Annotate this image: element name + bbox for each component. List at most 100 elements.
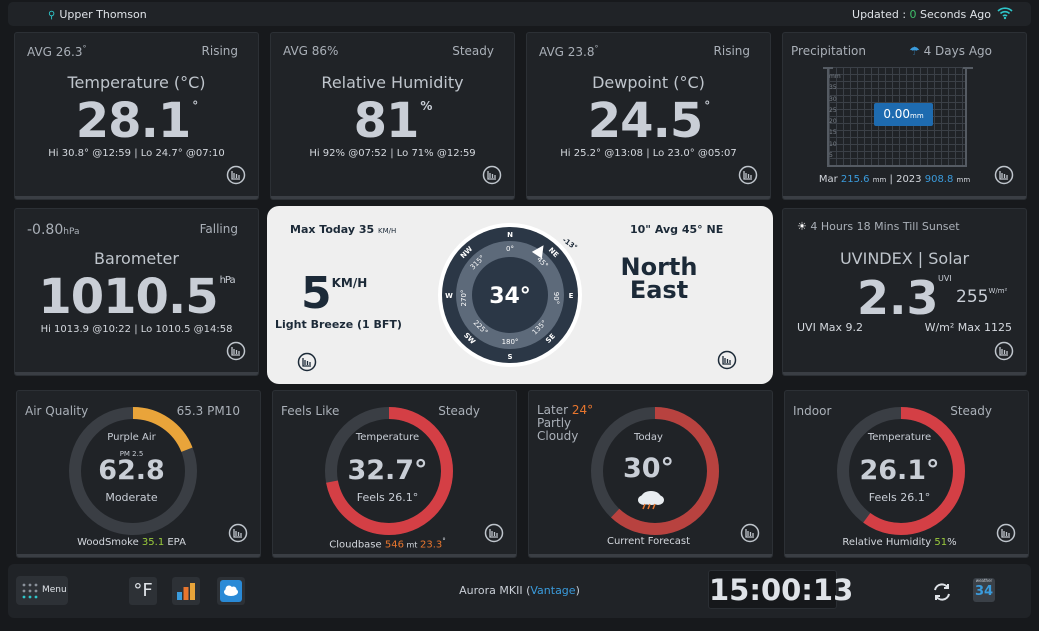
uv-title: UVINDEX | Solar — [839, 249, 970, 268]
forecast-label: Today — [634, 432, 663, 443]
dewpoint-hilo: Hi 25.2° @13:08 | Lo 23.0° @05:07 — [560, 148, 737, 159]
chart-icon[interactable] — [226, 341, 246, 361]
umbrella-icon: ☂ — [909, 44, 920, 58]
humidity-trend: Steady — [452, 44, 494, 58]
indoor-humidity-footer: Relative Humidity 51% — [842, 537, 957, 548]
feels-like-card[interactable]: Feels Like Steady Temperature 32.7° Feel… — [272, 390, 517, 558]
chart-icon[interactable] — [717, 350, 737, 370]
chart-icon[interactable] — [740, 523, 760, 543]
compass-n: N — [507, 231, 513, 239]
air-quality-card[interactable]: Air Quality 65.3 PM10 Purple Air PM 2.5 … — [16, 390, 261, 558]
dewpoint-card[interactable]: AVG 23.8° Rising Dewpoint (°C) 24.5 ° Hi … — [526, 32, 771, 200]
thunderstorm-cloud-icon — [638, 491, 664, 510]
wind-card[interactable]: Max Today 35 KM/H 5KM/H Light Breeze (1 … — [267, 206, 773, 384]
uv-max: UVI Max 9.2 — [797, 321, 864, 334]
precipitation-card[interactable]: Precipitation ☂ 4 Days Ago mm 35 30 25 20 15 1… — [782, 32, 1027, 200]
calendar-icon[interactable]: weather 34 — [973, 578, 995, 602]
temperature-card[interactable]: AVG 26.3° Rising Temperature (°C) 28.1 ° … — [14, 32, 259, 200]
indoor-sub: Feels 26.1° — [868, 491, 931, 504]
precipitation-title: Precipitation — [791, 44, 867, 58]
location: ⚲ Upper Thomson — [48, 8, 147, 21]
humidity-hilo: Hi 92% @07:52 | Lo 71% @12:59 — [309, 148, 476, 159]
calendar-day: 34 — [974, 584, 994, 599]
humidity-value: 81% — [353, 93, 433, 149]
temperature-value: 28.1 ° — [75, 93, 198, 149]
feels-value: 32.7° — [347, 455, 428, 486]
station-name: Aurora MKII (Vantage) — [459, 584, 580, 597]
deg-0: 0° — [506, 245, 514, 253]
dewpoint-value: 24.5 ° — [587, 93, 710, 149]
wind-description: Light Breeze (1 BFT) — [275, 318, 402, 331]
sun-icon: ☀ — [797, 220, 807, 233]
aq-status: Moderate — [105, 491, 158, 504]
barometer-trend: Falling — [199, 222, 238, 236]
uv-value: 2.3 — [857, 271, 939, 325]
temperature-trend: Rising — [201, 44, 238, 58]
wifi-icon — [997, 7, 1013, 20]
chart-icon[interactable] — [738, 165, 758, 185]
feels-sub: Feels 26.1° — [356, 491, 419, 504]
chart-icon[interactable] — [994, 165, 1014, 185]
aq-label: Purple Air — [107, 432, 156, 443]
refresh-icon[interactable] — [931, 581, 953, 603]
precipitation-totals: Mar 215.6 mm | 2023 908.8 mm — [818, 174, 971, 185]
barometer-title: Barometer — [94, 249, 179, 268]
wind-speed: 5KM/H — [301, 268, 368, 319]
indoor-value: 26.1° — [859, 455, 940, 486]
location-name: Upper Thomson — [59, 8, 147, 21]
chart-icon[interactable] — [482, 165, 502, 185]
chart-icon[interactable] — [297, 352, 317, 372]
indoor-card[interactable]: Indoor Steady Temperature 26.1° Feels 26… — [784, 390, 1029, 558]
rain-scale: mm 35 30 25 20 15 10 5 — [829, 73, 841, 160]
updated-value: 0 — [909, 8, 917, 21]
chart-icon[interactable] — [484, 523, 504, 543]
humidity-title: Relative Humidity — [321, 73, 464, 92]
chart-icon[interactable] — [228, 523, 248, 543]
forecast-value: 30° — [622, 453, 675, 484]
indoor-label: Temperature — [867, 432, 932, 443]
updated-status: Updated : 0 Seconds Ago — [852, 8, 991, 21]
wind-avg: 10" Avg 45° NE — [630, 223, 724, 236]
temperature-avg: AVG 26.3° — [27, 44, 87, 59]
compass-s: S — [507, 353, 512, 361]
humidity-card[interactable]: AVG 86% Steady Relative Humidity 81% Hi … — [270, 32, 515, 200]
compass-e: E — [569, 292, 574, 300]
solar-max: W/m² Max 1125 — [924, 321, 1012, 334]
chart-icon[interactable] — [226, 165, 246, 185]
temperature-hilo: Hi 30.8° @12:59 | Lo 24.7° @07:10 — [48, 148, 225, 159]
dewpoint-trend: Rising — [713, 44, 750, 58]
barometer-change: -0.80hPa — [27, 222, 80, 238]
compass-w: W — [445, 292, 453, 300]
rain-today-value: 0.00mm — [874, 103, 933, 126]
barometer-card[interactable]: -0.80hPa Falling Barometer 1010.5 hPa Hi … — [14, 208, 259, 376]
aq-footer: WoodSmoke 35.1 EPA — [77, 537, 186, 548]
wind-max-today: Max Today 35 KM/H — [290, 223, 397, 236]
feels-label: Temperature — [355, 432, 420, 443]
bottom-bar: Menu °F Aurora MKII (Vantage) 15:00:13 w… — [8, 564, 1031, 618]
deg-270: 270° — [460, 290, 468, 307]
chart-icon[interactable] — [994, 341, 1014, 361]
dewpoint-avg: AVG 23.8° — [539, 44, 599, 59]
sunset-countdown: ☀ 4 Hours 18 Mins Till Sunset — [797, 220, 960, 233]
chart-icon[interactable] — [996, 523, 1016, 543]
wind-direction: North East — [620, 253, 698, 304]
precipitation-last: ☂ 4 Days Ago — [909, 44, 992, 58]
wind-bearing: 34° — [489, 284, 531, 309]
wind-compass: N NE E SE S SW W NW 0° 45° 90° 135° 180°… — [438, 223, 582, 367]
aq-value: 62.8 — [98, 455, 165, 486]
dewpoint-title: Dewpoint (°C) — [592, 73, 705, 92]
deg-180: 180° — [502, 338, 519, 346]
forecast-card[interactable]: Later 24° Partly Cloudy Today 30° Current … — [528, 390, 773, 558]
updated-prefix: Updated : — [852, 8, 910, 21]
location-pin-icon: ⚲ — [48, 10, 56, 21]
forecast-footer: Current Forecast — [606, 536, 691, 547]
temperature-title: Temperature (°C) — [67, 73, 206, 92]
deg-90: 90° — [552, 292, 560, 304]
uv-solar-card[interactable]: ☀ 4 Hours 18 Mins Till Sunset UVINDEX | … — [782, 208, 1027, 376]
humidity-avg: AVG 86% — [283, 44, 339, 58]
barometer-value: 1010.5 hPa — [38, 269, 235, 325]
indoor-title: Indoor — [793, 404, 832, 418]
cloudbase-footer: Cloudbase 546 mt 23.3° — [329, 537, 446, 551]
top-bar: ⚲ Upper Thomson Updated : 0 Seconds Ago — [8, 2, 1031, 26]
barometer-hilo: Hi 1013.9 @10:22 | Lo 1010.5 @14:58 — [40, 324, 233, 335]
